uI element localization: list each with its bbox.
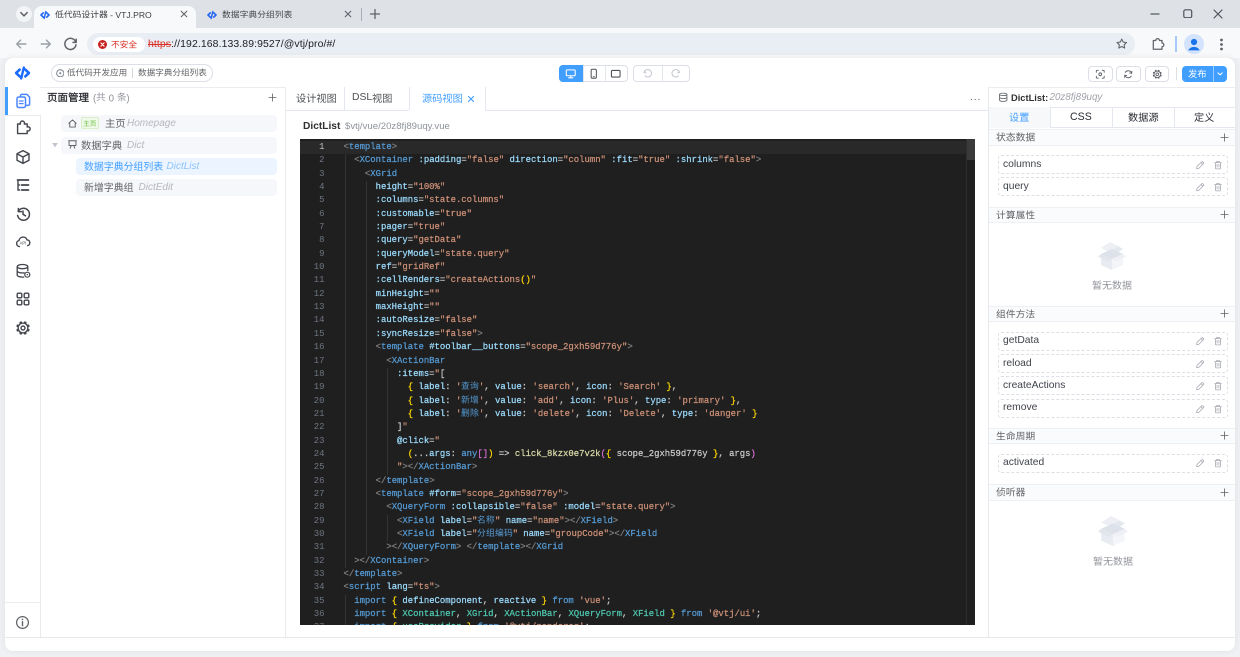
svg-text:API: API [19,240,26,245]
